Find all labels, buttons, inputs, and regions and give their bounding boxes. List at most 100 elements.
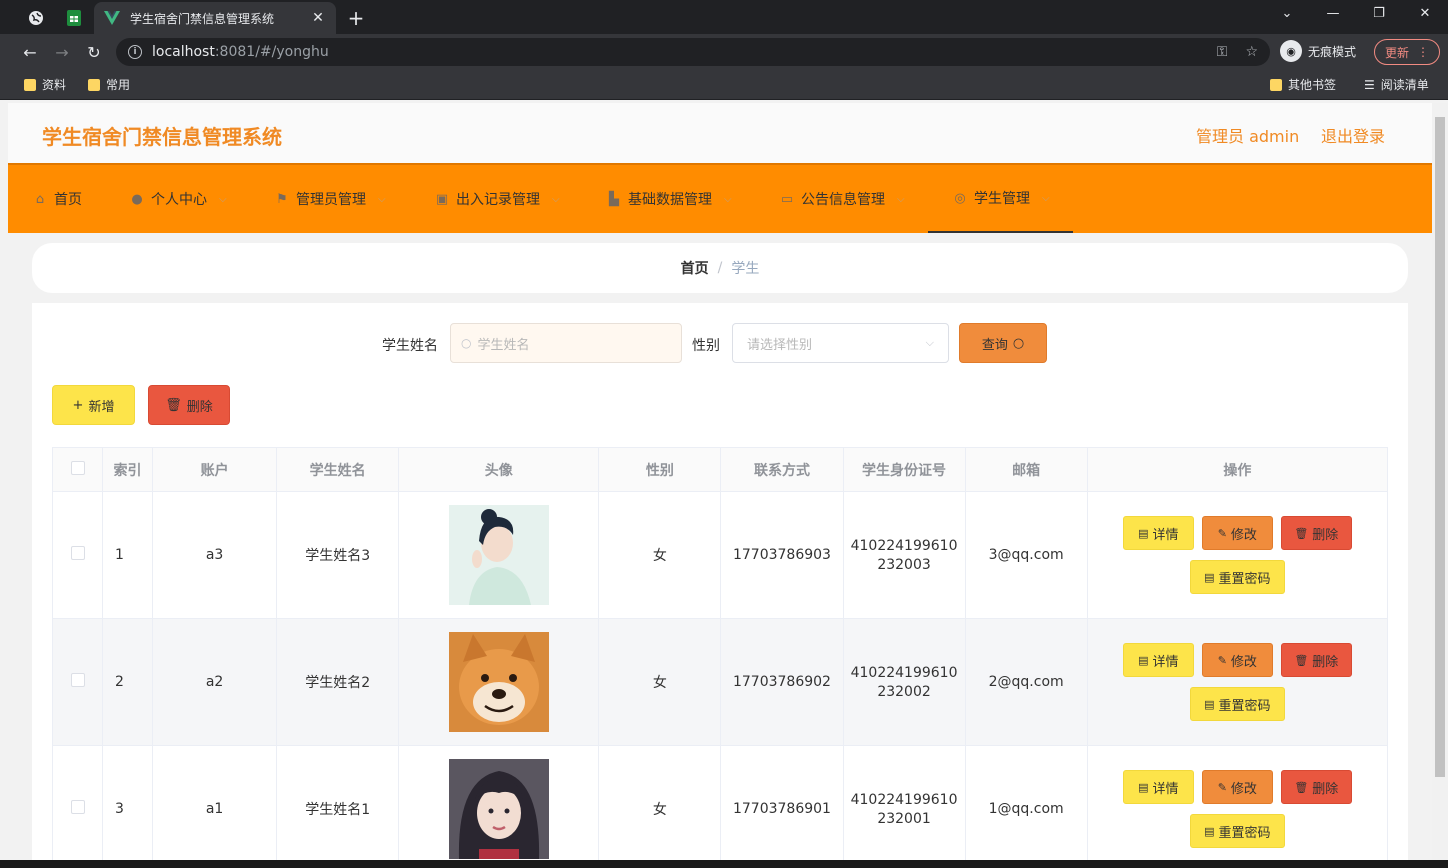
menu-item-students[interactable]: ◎ 学生管理 ⌵ [928, 165, 1073, 233]
row-checkbox[interactable] [70, 546, 85, 560]
select-all-checkbox[interactable] [70, 460, 85, 475]
gender-label: 性别 [692, 338, 720, 354]
delete-label: 删除 [186, 399, 213, 415]
page-scrollbar[interactable] [1432, 103, 1448, 860]
bookmark-folder[interactable]: 资料 [24, 76, 66, 93]
row-email: 1@qq.com [964, 745, 1088, 860]
globe-tab-icon[interactable] [24, 6, 48, 30]
avatar-photo[interactable] [448, 759, 549, 859]
row-gender: 女 [598, 618, 722, 746]
sheets-tab-icon[interactable] [62, 6, 86, 30]
avatar-photo[interactable] [448, 505, 549, 605]
scrollbar-thumb[interactable] [1435, 117, 1445, 777]
key-icon[interactable]: ⚿ [1217, 44, 1228, 60]
bookmark-label: 阅读清单 [1380, 78, 1429, 92]
tab-search-icon[interactable]: ⌄ [1264, 6, 1310, 28]
breadcrumb-separator: / [717, 260, 723, 276]
search-icon: ○ [1012, 335, 1025, 351]
reset-label: 重置密码 [1218, 825, 1271, 841]
edit-button[interactable]: ✎ 修改 [1201, 516, 1273, 550]
reading-list[interactable]: ☰ 阅读清单 [1364, 76, 1429, 93]
menu-item-access-records[interactable]: ▣ 出入记录管理 ⌵ [434, 165, 560, 233]
reset-password-button[interactable]: ▤ 重置密码 [1189, 560, 1285, 594]
bookmark-label: 其他书签 [1288, 78, 1337, 92]
bookmark-star-icon[interactable]: ☆ [1245, 44, 1258, 60]
logout-link[interactable]: 退出登录 [1321, 123, 1385, 147]
new-tab-icon[interactable]: + [344, 6, 368, 30]
row-operations: ▤ 详情 ✎ 修改 🗑 删除 ▤ 重置密码 [1086, 491, 1389, 619]
message-icon: ▭ [780, 191, 794, 207]
row-checkbox[interactable] [70, 800, 85, 814]
tab-close-icon[interactable]: ✕ [310, 10, 326, 26]
menu-item-notices[interactable]: ▭ 公告信息管理 ⌵ [779, 165, 905, 233]
vue-logo-icon [104, 11, 120, 25]
row-phone: 17703786903 [720, 491, 844, 619]
window-close-icon[interactable]: ✕ [1402, 6, 1448, 28]
query-button[interactable]: 查询 ○ [959, 323, 1047, 363]
column-header: 账户 [152, 447, 278, 492]
reload-icon[interactable]: ↻ [82, 40, 106, 64]
row-operations: ▤ 详情 ✎ 修改 🗑 删除 ▤ 重置密码 [1086, 745, 1389, 860]
avatar-photo[interactable] [448, 632, 549, 732]
row-checkbox[interactable] [70, 673, 85, 687]
pencil-icon: ✎ [1217, 780, 1227, 794]
browser-toolbar: ← → ↻ i localhost :8081/#/yonghu ⚿ ☆ ◉ 无… [0, 34, 1448, 70]
name-search-input[interactable]: ○ 学生姓名 [450, 323, 682, 363]
update-button[interactable]: 更新 ⋮ [1374, 39, 1440, 65]
delete-button[interactable]: 🗑 删除 [1280, 770, 1352, 804]
menu-item-home[interactable]: ⌂ 首页 [32, 165, 82, 233]
menu-item-base-data[interactable]: ▙ 基础数据管理 ⌵ [606, 165, 732, 233]
trash-icon: 🗑 [1294, 653, 1309, 667]
add-button[interactable]: + 新增 [52, 385, 135, 425]
row-index: 2 [102, 618, 154, 746]
column-header: 头像 [398, 447, 600, 492]
pencil-icon: ✎ [1217, 526, 1227, 540]
menu-label: 管理员管理 [296, 192, 366, 208]
detail-button[interactable]: ▤ 详情 [1122, 770, 1194, 804]
row-operations: ▤ 详情 ✎ 修改 🗑 删除 ▤ 重置密码 [1086, 618, 1389, 746]
back-icon[interactable]: ← [18, 40, 42, 64]
tab-title: 学生宿舍门禁信息管理系统 [130, 11, 275, 26]
gender-select[interactable]: 请选择性别 ⌵ [732, 323, 949, 363]
admin-label: 管理员 admin [1196, 127, 1300, 146]
row-email: 3@qq.com [964, 491, 1088, 619]
edit-label: 修改 [1230, 654, 1257, 670]
restore-icon[interactable]: ❐ [1356, 6, 1402, 28]
pencil-icon: ✎ [1217, 653, 1227, 667]
breadcrumb-home[interactable]: 首页 [681, 258, 709, 278]
delete-button[interactable]: 🗑 删除 [1280, 643, 1352, 677]
forward-icon[interactable]: → [50, 40, 74, 64]
delete-button[interactable]: 🗑 删除 [1280, 516, 1352, 550]
reset-password-button[interactable]: ▤ 重置密码 [1189, 687, 1285, 721]
menu-label: 首页 [54, 192, 82, 208]
batch-delete-button[interactable]: 🗑 删除 [148, 385, 230, 425]
detail-button[interactable]: ▤ 详情 [1122, 516, 1194, 550]
incognito-icon: ◉ [1280, 40, 1302, 62]
chevron-down-icon: ⌵ [925, 336, 934, 349]
detail-button[interactable]: ▤ 详情 [1122, 643, 1194, 677]
row-phone: 17703786901 [720, 745, 844, 860]
row-account: a1 [152, 745, 278, 860]
site-info-icon[interactable]: i [128, 45, 142, 59]
browser-active-tab[interactable]: 学生宿舍门禁信息管理系统 ✕ [94, 2, 336, 34]
menu-item-admin[interactable]: ⚑ 管理员管理 ⌵ [274, 165, 385, 233]
avatar-cell [398, 745, 600, 860]
edit-button[interactable]: ✎ 修改 [1201, 643, 1273, 677]
address-bar[interactable]: i localhost :8081/#/yonghu ⚿ ☆ [116, 38, 1270, 66]
more-menu-icon: ⋮ [1417, 45, 1429, 59]
bookmarks-bar: 资料 常用 其他书签 ☰ 阅读清单 [0, 70, 1448, 100]
trash-icon: 🗑 [1294, 780, 1309, 794]
minimize-icon[interactable]: — [1310, 6, 1356, 28]
app-header: 学生宿舍门禁信息管理系统 管理员 admin 退出登录 [8, 103, 1432, 163]
other-bookmarks[interactable]: 其他书签 [1270, 76, 1336, 93]
id-line: 410224199610 [850, 664, 958, 681]
id-line: 232002 [877, 683, 931, 700]
reset-password-button[interactable]: ▤ 重置密码 [1189, 814, 1285, 848]
edit-button[interactable]: ✎ 修改 [1201, 770, 1273, 804]
menu-item-profile[interactable]: ● 个人中心 ⌵ [129, 165, 226, 233]
chevron-down-icon: ⌵ [552, 193, 560, 205]
flag-icon: ⚑ [276, 191, 288, 207]
incognito-indicator[interactable]: ◉ 无痕模式 [1280, 40, 1356, 62]
bookmark-folder[interactable]: 常用 [88, 76, 130, 93]
bookmark-label: 常用 [106, 78, 131, 92]
